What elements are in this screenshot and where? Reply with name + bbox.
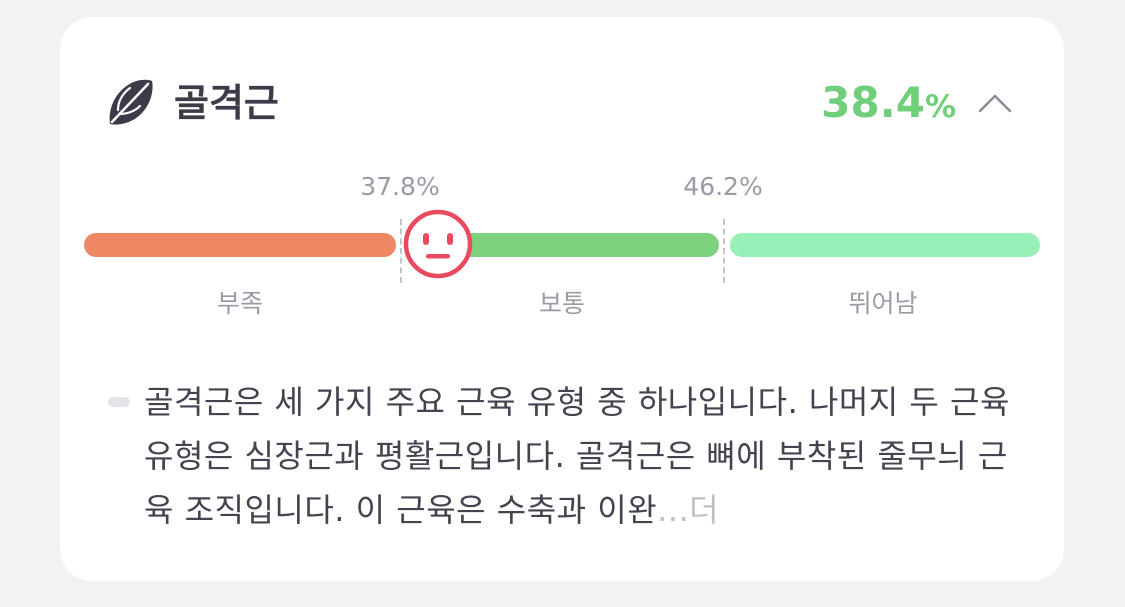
- card-title: 골격근: [174, 81, 279, 125]
- zone-label-normal: 보통: [538, 289, 586, 318]
- description-body: 골격근은 세 가지 주요 근육 유형 중 하나입니다. 나머지 두 근육 유형은…: [144, 383, 1010, 529]
- threshold-divider-high: [723, 219, 725, 283]
- gauge-segment-excellent: [730, 233, 1040, 257]
- description-bullet: [108, 397, 130, 407]
- description-ellipsis: ...: [657, 491, 690, 529]
- zone-label-excellent: 뛰어남: [848, 289, 918, 318]
- threshold-label-low: 37.8%: [360, 172, 440, 201]
- muscle-leaf-icon: [109, 79, 153, 125]
- percentage-number: 38.4: [821, 78, 925, 127]
- threshold-label-high: 46.2%: [683, 172, 763, 201]
- percentage-unit: %: [924, 89, 956, 125]
- skeletal-muscle-card: 골격근 38.4% 37.8% 46.2% 부족 보통 뛰어남 골격근은 세 가…: [60, 17, 1064, 581]
- neutral-face-icon: [403, 209, 473, 279]
- more-link[interactable]: 더: [689, 491, 719, 529]
- gauge-segment-insufficient: [84, 233, 396, 257]
- chevron-up-icon[interactable]: [976, 89, 1014, 117]
- threshold-divider-low: [400, 219, 402, 283]
- zone-label-insufficient: 부족: [216, 289, 264, 318]
- muscle-percentage: 38.4%: [821, 79, 956, 136]
- description-text: 골격근은 세 가지 주요 근육 유형 중 하나입니다. 나머지 두 근육 유형은…: [144, 375, 1024, 537]
